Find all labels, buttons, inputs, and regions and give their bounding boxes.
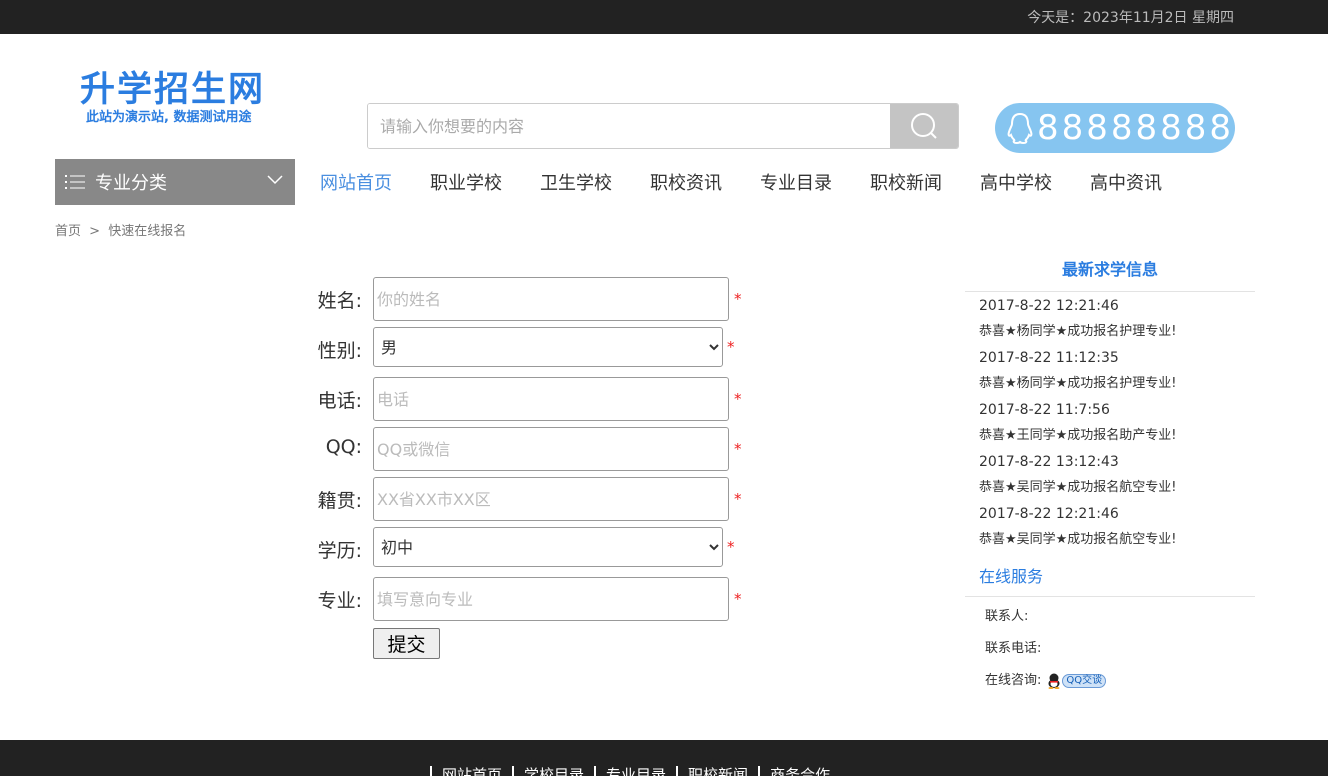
category-label: 专业分类 — [95, 173, 167, 194]
phone-label: 电话: — [317, 390, 362, 412]
latest-time: 2017-8-22 13:12:43 — [979, 454, 1119, 470]
qq-penguin-icon — [1007, 112, 1033, 145]
latest-message: 恭喜★杨同学★成功报名护理专业! — [979, 324, 1177, 339]
footer-link-majors[interactable]: 专业目录 — [594, 766, 676, 784]
search-box — [367, 103, 959, 149]
education-label: 学历: — [317, 540, 362, 562]
top-bar: 今天是：2023年11月2日 星期四 — [0, 0, 1328, 34]
footer: 网站首页 学校目录 专业目录 职校新闻 商务合作 — [0, 740, 1328, 784]
latest-time: 2017-8-22 12:21:46 — [979, 298, 1119, 314]
nav-item-home[interactable]: 网站首页 — [320, 169, 392, 195]
nav-item-vocational-info[interactable]: 职校资讯 — [650, 169, 722, 195]
breadcrumb-separator: > — [89, 224, 101, 239]
nav-item-vocational-schools[interactable]: 职业学校 — [430, 169, 502, 195]
gender-label: 性别: — [317, 340, 362, 362]
date-text: 今天是：2023年11月2日 星期四 — [1027, 10, 1234, 26]
required-mark: * — [734, 440, 742, 458]
category-menu-button[interactable]: 专业分类 — [55, 159, 295, 205]
required-mark: * — [734, 290, 742, 308]
name-field[interactable] — [373, 277, 729, 321]
breadcrumb: 首页 > 快速在线报名 — [55, 220, 190, 239]
required-mark: * — [734, 590, 742, 608]
site-logo[interactable]: 升学招生网 此站为演示站, 数据测试用途 — [80, 70, 270, 126]
required-mark: * — [727, 338, 735, 356]
major-field[interactable] — [373, 577, 729, 621]
list-icon — [65, 175, 85, 189]
qq-chat-button[interactable]: QQ交谈 — [1047, 673, 1107, 689]
origin-field[interactable] — [373, 477, 729, 521]
consult-label: 在线咨询: — [985, 673, 1042, 688]
qq-row: QQ: * — [300, 427, 760, 477]
phone-row: 电话: * — [300, 377, 760, 427]
breadcrumb-home[interactable]: 首页 — [55, 224, 81, 239]
registration-form: 姓名: * 性别: 男 * 电话: * QQ: * 籍贯: * 学历: 初中 *… — [300, 277, 760, 659]
contact-person: 联系人: — [985, 609, 1029, 624]
required-mark: * — [734, 390, 742, 408]
contact-phone: 联系电话: — [985, 641, 1042, 656]
qq-penguin-icon — [1048, 673, 1060, 689]
latest-message: 恭喜★吴同学★成功报名航空专业! — [979, 532, 1177, 547]
footer-link-business[interactable]: 商务合作 — [758, 766, 840, 784]
latest-info-list: 2017-8-22 12:21:46 恭喜★杨同学★成功报名护理专业! 2017… — [965, 294, 1255, 554]
origin-row: 籍贯: * — [300, 477, 760, 527]
footer-link-news[interactable]: 职校新闻 — [676, 766, 758, 784]
qq-field[interactable] — [373, 427, 729, 471]
online-consult: 在线咨询: QQ交谈 — [985, 665, 1255, 697]
footer-link-schools[interactable]: 学校目录 — [512, 766, 594, 784]
education-row: 学历: 初中 * — [300, 527, 760, 577]
latest-time: 2017-8-22 11:12:35 — [979, 350, 1119, 366]
sidebar: 最新求学信息 2017-8-22 12:21:46 恭喜★杨同学★成功报名护理专… — [965, 255, 1255, 697]
name-row: 姓名: * — [300, 277, 760, 327]
search-button[interactable] — [890, 104, 958, 148]
origin-label: 籍贯: — [317, 490, 362, 512]
education-select[interactable]: 初中 — [373, 527, 723, 567]
search-input[interactable] — [368, 104, 890, 148]
nav-item-health-schools[interactable]: 卫生学校 — [540, 169, 612, 195]
breadcrumb-current: 快速在线报名 — [108, 224, 187, 239]
nav-item-vocational-news[interactable]: 职校新闻 — [870, 169, 942, 195]
online-service-title: 在线服务 — [965, 557, 1255, 597]
phone-number: 88888888 — [1037, 108, 1235, 148]
submit-button[interactable]: 提交 — [373, 628, 440, 659]
search-icon — [911, 113, 937, 139]
qq-chat-label: QQ交谈 — [1062, 674, 1107, 688]
required-mark: * — [734, 490, 742, 508]
phone-field[interactable] — [373, 377, 729, 421]
latest-message: 恭喜★吴同学★成功报名航空专业! — [979, 480, 1177, 495]
nav-menu: 网站首页 职业学校 卫生学校 职校资讯 专业目录 职校新闻 高中学校 高中资讯 — [320, 159, 1200, 205]
latest-message: 恭喜★杨同学★成功报名护理专业! — [979, 376, 1177, 391]
major-label: 专业: — [317, 590, 362, 612]
name-label: 姓名: — [317, 290, 362, 312]
logo-subtitle: 此站为演示站, 数据测试用途 — [86, 110, 252, 125]
major-row: 专业: * — [300, 577, 760, 627]
footer-links: 网站首页 学校目录 专业目录 职校新闻 商务合作 — [430, 766, 840, 784]
online-service-info: 联系人: 联系电话: 在线咨询: QQ交谈 — [965, 601, 1255, 697]
gender-select[interactable]: 男 — [373, 327, 723, 367]
qq-label: QQ: — [325, 436, 362, 458]
latest-time: 2017-8-22 12:21:46 — [979, 506, 1119, 522]
chevron-down-icon — [267, 175, 283, 185]
latest-time: 2017-8-22 11:7:56 — [979, 402, 1110, 418]
nav-item-high-school-info[interactable]: 高中资讯 — [1090, 169, 1162, 195]
required-mark: * — [727, 538, 735, 556]
logo-title: 升学招生网 — [80, 70, 266, 110]
header: 升学招生网 此站为演示站, 数据测试用途 88888888 — [0, 34, 1328, 159]
qq-phone-badge[interactable]: 88888888 — [995, 103, 1235, 153]
nav-item-major-directory[interactable]: 专业目录 — [760, 169, 832, 195]
footer-link-home[interactable]: 网站首页 — [430, 766, 512, 784]
main-nav: 专业分类 网站首页 职业学校 卫生学校 职校资讯 专业目录 职校新闻 高中学校 … — [0, 159, 1328, 205]
gender-row: 性别: 男 * — [300, 327, 760, 377]
nav-item-high-schools[interactable]: 高中学校 — [980, 169, 1052, 195]
latest-info-title: 最新求学信息 — [965, 255, 1255, 292]
latest-message: 恭喜★王同学★成功报名助产专业! — [979, 428, 1177, 443]
